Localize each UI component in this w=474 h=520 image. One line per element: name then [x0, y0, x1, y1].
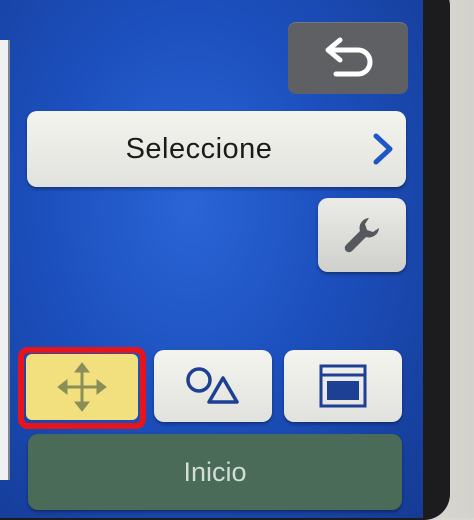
wrench-icon — [344, 218, 379, 253]
select-button[interactable]: Seleccione — [27, 111, 406, 187]
back-arrow-icon — [325, 37, 373, 77]
left-preview-panel — [0, 40, 10, 480]
settings-wrench-button[interactable] — [318, 198, 406, 272]
frame-button[interactable] — [284, 350, 402, 422]
frame-icon — [319, 364, 367, 408]
device-bezel: Seleccione Inicio — [0, 0, 474, 520]
shapes-icon — [186, 367, 239, 404]
move-button[interactable] — [26, 354, 138, 420]
select-button-label: Seleccione — [125, 133, 273, 165]
chevron-right-icon — [373, 133, 393, 165]
move-arrows-icon — [57, 362, 107, 412]
home-button[interactable]: Inicio — [28, 434, 402, 510]
home-button-label: Inicio — [183, 457, 247, 487]
back-button[interactable] — [288, 22, 408, 94]
shapes-button[interactable] — [154, 350, 272, 422]
touch-screen: Seleccione Inicio — [0, 0, 423, 518]
